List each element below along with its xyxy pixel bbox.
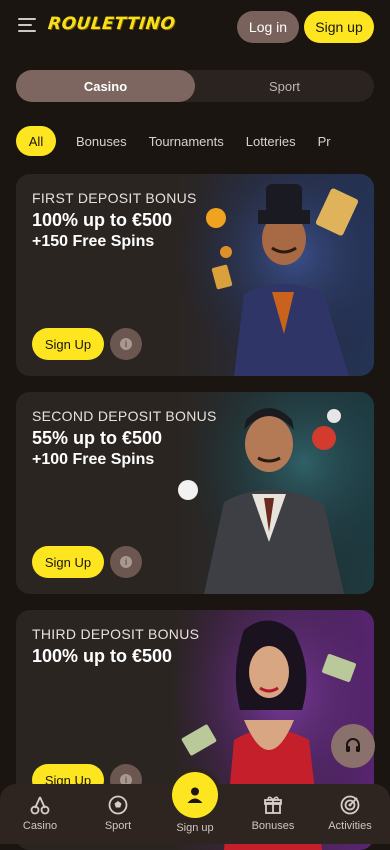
gift-icon bbox=[264, 796, 282, 814]
promo-kicker: FIRST DEPOSIT BONUS bbox=[32, 190, 197, 206]
nav-casino[interactable]: Casino bbox=[1, 794, 79, 832]
promo-signup-button[interactable]: Sign Up bbox=[32, 546, 104, 578]
tab-casino[interactable]: Casino bbox=[16, 70, 195, 102]
support-chat-button[interactable] bbox=[331, 724, 375, 768]
login-button[interactable]: Log in bbox=[237, 11, 299, 43]
nav-signup[interactable]: Sign up bbox=[156, 822, 234, 834]
chip-more[interactable]: Pr bbox=[318, 126, 331, 156]
tab-sport[interactable]: Sport bbox=[195, 70, 374, 102]
promo-extra: +100 Free Spins bbox=[32, 451, 155, 468]
target-icon bbox=[340, 795, 360, 815]
info-icon: i bbox=[120, 338, 132, 350]
chip-tournaments[interactable]: Tournaments bbox=[149, 126, 224, 156]
promo-text: SECOND DEPOSIT BONUS 55% up to €500 +100… bbox=[32, 408, 232, 470]
menu-icon[interactable] bbox=[18, 18, 36, 32]
promo-offer: 100% up to €500 bbox=[32, 646, 173, 666]
promo-text: FIRST DEPOSIT BONUS 100% up to €500 +150… bbox=[32, 190, 232, 252]
cherries-icon bbox=[30, 796, 50, 815]
logo[interactable]: ROULETTINO bbox=[47, 14, 176, 34]
promo-card-first-deposit[interactable]: FIRST DEPOSIT BONUS 100% up to €500 +150… bbox=[16, 174, 374, 376]
info-button[interactable]: i bbox=[110, 328, 142, 360]
product-switch: Casino Sport bbox=[16, 70, 374, 102]
nav-label: Sport bbox=[104, 820, 132, 832]
signup-button[interactable]: Sign up bbox=[304, 11, 374, 43]
promo-kicker: THIRD DEPOSIT BONUS bbox=[32, 626, 200, 642]
promo-offer: 55% up to €500 bbox=[32, 428, 163, 448]
info-button[interactable]: i bbox=[110, 546, 142, 578]
category-chips: All Bonuses Tournaments Lotteries Pr bbox=[16, 126, 390, 158]
nav-activities[interactable]: Activities bbox=[311, 794, 389, 832]
promo-card-second-deposit[interactable]: SECOND DEPOSIT BONUS 55% up to €500 +100… bbox=[16, 392, 374, 594]
promo-text: THIRD DEPOSIT BONUS 100% up to €500 bbox=[32, 626, 232, 668]
nav-sport[interactable]: Sport bbox=[79, 794, 157, 832]
user-icon bbox=[187, 787, 203, 803]
promo-offer: 100% up to €500 bbox=[32, 210, 173, 230]
nav-label: Bonuses bbox=[251, 820, 295, 832]
chip-all[interactable]: All bbox=[16, 126, 56, 156]
chip-bonuses[interactable]: Bonuses bbox=[76, 126, 127, 156]
promo-extra: +150 Free Spins bbox=[32, 233, 155, 250]
nav-bonuses[interactable]: Bonuses bbox=[234, 794, 312, 832]
nav-label: Activities bbox=[328, 820, 372, 832]
nav-label: Casino bbox=[22, 820, 58, 832]
promo-kicker: SECOND DEPOSIT BONUS bbox=[32, 408, 217, 424]
nav-label: Sign up bbox=[176, 822, 214, 834]
headset-icon bbox=[346, 738, 360, 752]
ball-icon bbox=[108, 795, 128, 815]
info-icon: i bbox=[120, 556, 132, 568]
top-header: ROULETTINO Log in Sign up bbox=[0, 0, 390, 52]
signup-fab[interactable] bbox=[172, 772, 218, 818]
promo-signup-button[interactable]: Sign Up bbox=[32, 328, 104, 360]
chip-lotteries[interactable]: Lotteries bbox=[246, 126, 296, 156]
